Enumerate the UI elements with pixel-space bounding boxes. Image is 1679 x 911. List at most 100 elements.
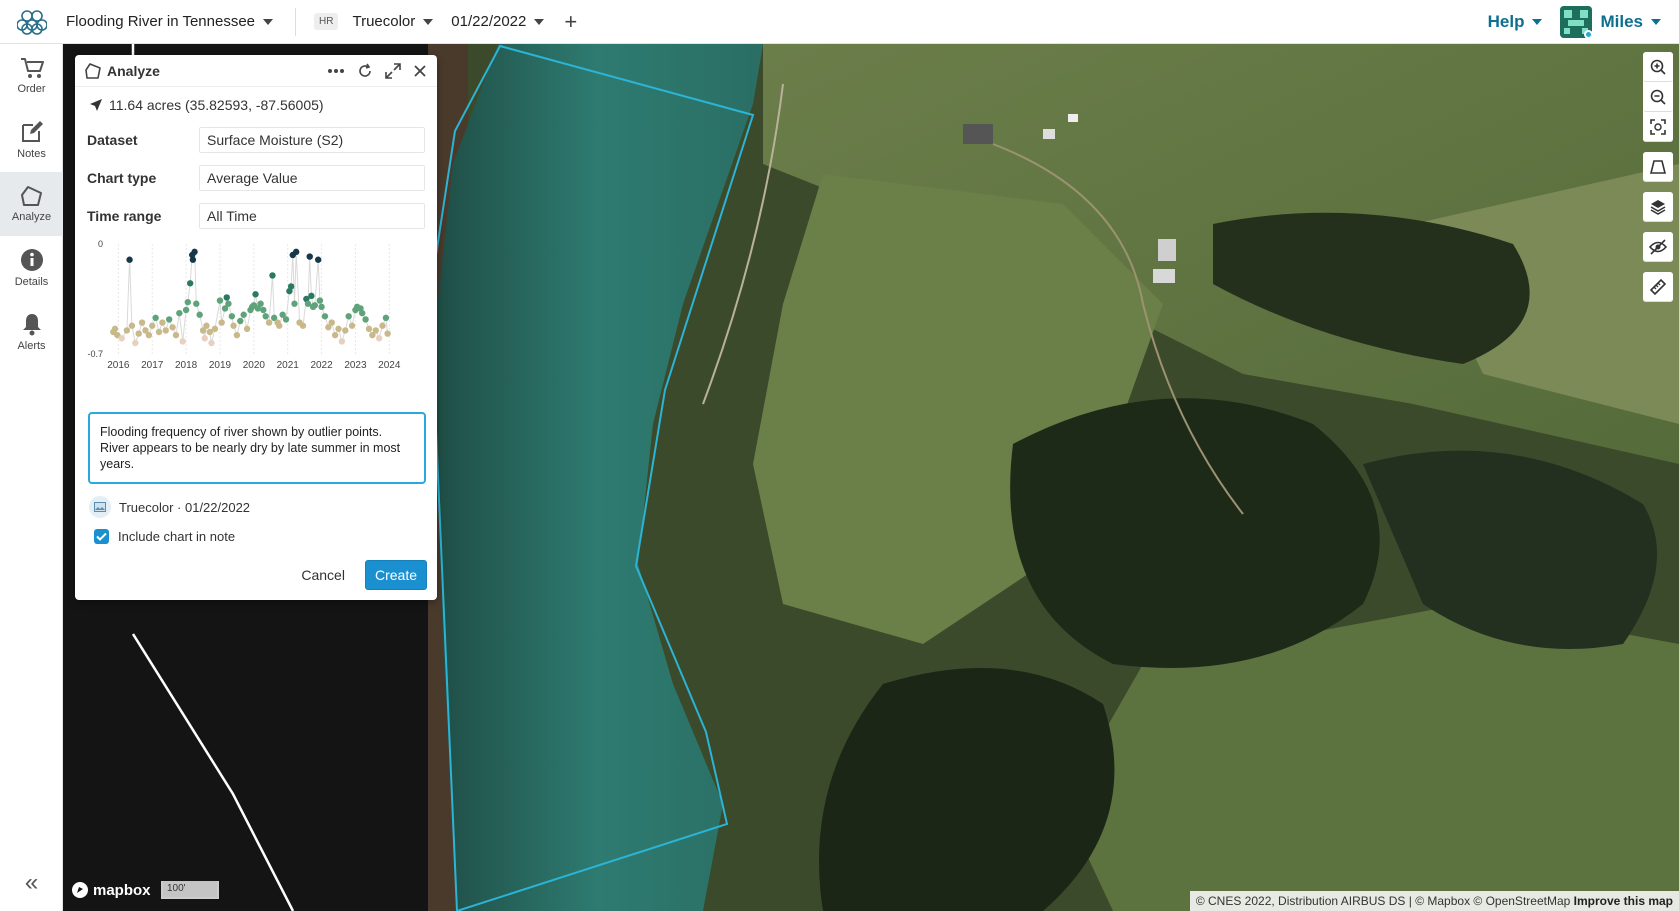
close-icon[interactable] <box>413 64 427 78</box>
data-point <box>252 291 259 298</box>
checkmark-icon <box>96 532 107 541</box>
layer-selector[interactable]: HR Truecolor <box>314 13 434 30</box>
data-point <box>211 325 219 333</box>
nav-item-details[interactable]: Details <box>0 236 63 300</box>
help-label: Help <box>1487 12 1525 31</box>
note-textarea[interactable]: Flooding frequency of river shown by out… <box>88 412 426 484</box>
zoom-to-fit-button[interactable] <box>1643 112 1673 142</box>
time-range-select[interactable]: All Time <box>199 203 425 229</box>
analysis-chart[interactable]: 2016 2017 2018 2019 2020 2021 2022 2023 2024 0 -0.… <box>83 238 429 398</box>
layers-button[interactable] <box>1643 192 1673 222</box>
data-point <box>299 322 307 329</box>
dataset-select[interactable]: Surface Moisture (S2) <box>199 127 425 153</box>
measure-button[interactable] <box>1643 272 1673 302</box>
data-point <box>345 313 352 320</box>
zoom-out-button[interactable] <box>1643 82 1673 112</box>
x-tick-label: 2022 <box>310 360 333 371</box>
data-point <box>365 325 373 333</box>
visibility-control <box>1643 232 1673 262</box>
x-tick-label: 2020 <box>243 360 266 371</box>
user-menu[interactable]: Miles <box>1560 6 1661 38</box>
project-name: Flooding River in Tennessee <box>66 13 256 30</box>
add-layer-button[interactable]: + <box>564 10 577 33</box>
resolution-badge: HR <box>314 13 339 30</box>
data-point <box>243 325 251 333</box>
location-arrow-icon <box>90 99 102 111</box>
data-point <box>218 319 225 326</box>
data-point <box>193 300 200 307</box>
draw-polygon-button[interactable] <box>1643 152 1673 182</box>
online-status-icon <box>1584 30 1593 38</box>
zoom-extent-icon <box>1650 118 1666 135</box>
help-menu[interactable]: Help <box>1488 12 1543 32</box>
data-point <box>135 330 142 337</box>
nav-label: Analyze <box>11 211 52 223</box>
layers-control <box>1643 192 1673 222</box>
nav-item-notes[interactable]: Notes <box>0 108 63 172</box>
scatter-chart: 2016 2017 2018 2019 2020 2021 2022 2023 2024 0 -0.… <box>87 239 400 371</box>
layer-name: Truecolor <box>352 13 416 30</box>
mapbox-logo[interactable]: mapbox <box>71 881 151 899</box>
data-point <box>321 313 329 320</box>
data-point <box>186 280 194 287</box>
data-point <box>384 330 391 337</box>
data-point <box>201 335 208 342</box>
collapse-nav-button[interactable]: « <box>0 869 63 897</box>
zoom-controls <box>1643 52 1673 142</box>
data-point <box>269 272 276 279</box>
data-point <box>276 322 283 329</box>
data-point <box>179 338 186 345</box>
data-point <box>372 327 379 334</box>
refresh-icon[interactable] <box>357 63 373 79</box>
nav-item-order[interactable]: Order <box>0 44 63 108</box>
cancel-button[interactable]: Cancel <box>301 567 345 583</box>
x-tick-label: 2017 <box>141 360 164 371</box>
data-point <box>184 298 192 306</box>
polygon-icon <box>1650 159 1666 174</box>
include-chart-label: Include chart in note <box>118 529 236 544</box>
data-point <box>208 339 215 347</box>
expand-icon[interactable] <box>385 62 401 79</box>
mapbox-label: mapbox <box>93 881 151 899</box>
data-point <box>225 300 232 307</box>
data-point <box>152 314 159 322</box>
nav-label: Alerts <box>17 340 46 352</box>
data-point <box>292 248 300 256</box>
app-logo[interactable] <box>0 0 64 44</box>
data-point <box>111 325 119 333</box>
include-chart-option[interactable]: Include chart in note <box>94 529 235 544</box>
data-point <box>306 253 313 260</box>
ruler-icon <box>1650 278 1666 295</box>
user-name: Miles <box>1600 12 1643 31</box>
chart-type-field: Chart type Average Value <box>75 159 437 197</box>
data-point <box>126 256 133 263</box>
chevron-down-icon <box>534 18 545 25</box>
data-point <box>328 319 335 326</box>
data-point <box>123 327 131 334</box>
data-point <box>335 325 342 333</box>
data-point <box>359 309 366 317</box>
data-point <box>362 316 369 323</box>
zoom-in-button[interactable] <box>1643 52 1673 82</box>
hide-overlays-button[interactable] <box>1643 232 1673 262</box>
data-point <box>216 297 224 304</box>
include-chart-checkbox[interactable] <box>94 529 109 544</box>
data-point <box>291 300 298 307</box>
project-selector[interactable]: Flooding River in Tennessee <box>66 13 274 30</box>
zoom-out-icon <box>1650 89 1666 105</box>
data-point <box>159 319 166 326</box>
nav-item-alerts[interactable]: Alerts <box>0 300 63 364</box>
chart-type-select[interactable]: Average Value <box>199 165 425 191</box>
data-point <box>382 314 390 322</box>
nav-item-analyze[interactable]: Analyze <box>0 172 63 236</box>
date-label: 01/22/2022 <box>451 13 527 30</box>
date-selector[interactable]: 01/22/2022 <box>451 13 545 30</box>
data-point <box>237 317 244 325</box>
improve-map-link[interactable]: Improve this map <box>1574 894 1673 908</box>
data-point <box>311 302 319 309</box>
more-options-icon[interactable] <box>327 68 345 74</box>
x-tick-label: 2019 <box>209 360 232 371</box>
create-button[interactable]: Create <box>364 560 427 590</box>
data-point <box>379 322 386 329</box>
info-icon <box>20 249 43 271</box>
